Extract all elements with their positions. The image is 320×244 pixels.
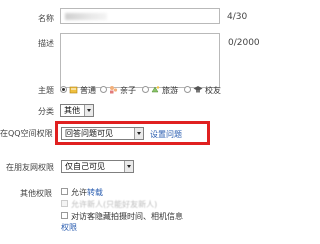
- allow-members-row: 允许新人(只能好友新人): [61, 199, 261, 209]
- qzone-permission-select[interactable]: 回答问题可见: [61, 127, 144, 140]
- friend-permission-value: 仅自己可见: [65, 162, 105, 171]
- allow-members-checkbox[interactable]: [61, 200, 68, 207]
- qzone-permission-label: 在QQ空间权限: [0, 129, 53, 138]
- theme-radio-alumni[interactable]: [184, 86, 191, 93]
- allow-repost-text: 允许: [71, 188, 87, 197]
- description-counter: 0/2000: [228, 38, 260, 48]
- reveal-info-checkbox[interactable]: [61, 212, 68, 219]
- theme-options: 普通 亲子 旅游 校友: [60, 84, 260, 96]
- description-label: 描述: [38, 39, 54, 48]
- category-label: 分类: [38, 107, 54, 116]
- name-counter: 4/30: [227, 12, 248, 22]
- chevron-down-icon: [84, 105, 93, 116]
- chevron-down-icon: [124, 161, 133, 172]
- name-label: 名称: [38, 14, 54, 23]
- permission-link[interactable]: 权限: [61, 222, 77, 233]
- allow-members-text: 允许新人(只能好友新人): [71, 200, 158, 209]
- repost-link[interactable]: 转载: [87, 187, 103, 198]
- friend-permission-label: 在朋友网权限: [6, 163, 54, 172]
- reveal-info-text: 对访客隐藏拍摄时间、相机信息: [71, 212, 183, 221]
- chevron-down-icon: [134, 128, 143, 139]
- theme-radio-travel[interactable]: [142, 86, 149, 93]
- family-icon: [109, 85, 118, 96]
- description-textarea[interactable]: [60, 33, 220, 88]
- allow-repost-checkbox[interactable]: [61, 188, 68, 195]
- name-input[interactable]: [60, 8, 220, 24]
- theme-label: 主题: [38, 86, 54, 95]
- reveal-info-row: 对访客隐藏拍摄时间、相机信息: [61, 211, 266, 221]
- set-question-link[interactable]: 设置问题: [150, 129, 182, 140]
- normal-icon: [69, 85, 78, 96]
- blurred-name-text: [65, 13, 107, 20]
- alumni-icon: [193, 85, 203, 96]
- travel-icon: [151, 85, 160, 96]
- theme-normal-label: 普通: [80, 86, 96, 95]
- qzone-permission-value: 回答问题可见: [65, 129, 113, 138]
- category-value: 其他: [64, 106, 80, 115]
- friend-permission-select[interactable]: 仅自己可见: [61, 160, 134, 173]
- category-select[interactable]: 其他: [60, 104, 94, 117]
- theme-radio-normal[interactable]: [60, 86, 67, 93]
- theme-family-label: 亲子: [120, 86, 136, 95]
- allow-repost-row: 允许 转载: [61, 187, 261, 197]
- other-permission-label: 其他权限: [20, 189, 52, 198]
- theme-radio-family[interactable]: [100, 86, 107, 93]
- theme-alumni-label: 校友: [205, 86, 221, 95]
- theme-travel-label: 旅游: [162, 86, 178, 95]
